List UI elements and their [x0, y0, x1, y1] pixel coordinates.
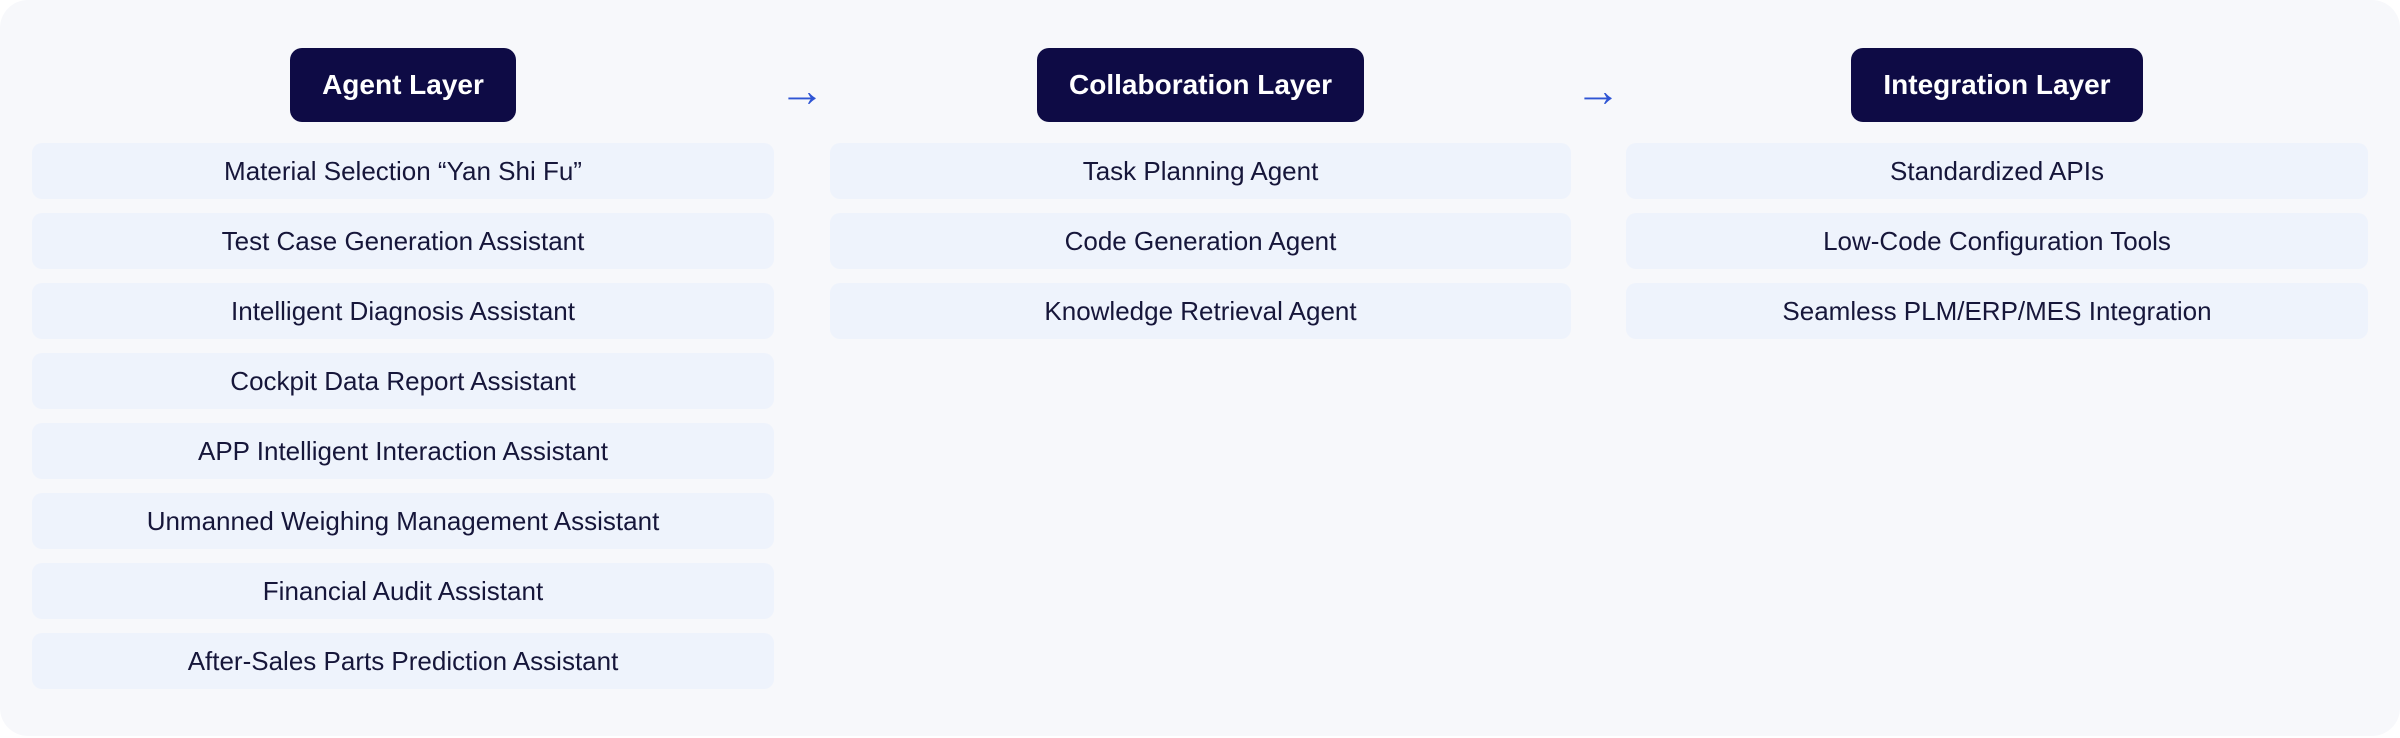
collaboration-layer-items: Task Planning Agent Code Generation Agen… — [830, 143, 1571, 339]
agent-layer-items: Material Selection “Yan Shi Fu” Test Cas… — [32, 143, 774, 689]
arrow-right-icon: → — [779, 64, 825, 116]
list-item: Knowledge Retrieval Agent — [830, 283, 1571, 339]
agent-layer-header: Agent Layer — [290, 48, 516, 122]
list-item: APP Intelligent Interaction Assistant — [32, 423, 774, 479]
list-item: Unmanned Weighing Management Assistant — [32, 493, 774, 549]
list-item: After-Sales Parts Prediction Assistant — [32, 633, 774, 689]
collaboration-layer-header: Collaboration Layer — [1037, 48, 1364, 122]
list-item: Seamless PLM/ERP/MES Integration — [1626, 283, 2368, 339]
list-item: Cockpit Data Report Assistant — [32, 353, 774, 409]
list-item: Task Planning Agent — [830, 143, 1571, 199]
list-item: Material Selection “Yan Shi Fu” — [32, 143, 774, 199]
list-item: Low-Code Configuration Tools — [1626, 213, 2368, 269]
layer-header-wrap: Collaboration Layer — [830, 48, 1571, 122]
list-item: Standardized APIs — [1626, 143, 2368, 199]
list-item: Financial Audit Assistant — [32, 563, 774, 619]
list-item: Code Generation Agent — [830, 213, 1571, 269]
integration-layer-column: Integration Layer Standardized APIs Low-… — [1626, 48, 2368, 339]
list-item: Intelligent Diagnosis Assistant — [32, 283, 774, 339]
arrow-right-icon: → — [1575, 64, 1621, 116]
list-item: Test Case Generation Assistant — [32, 213, 774, 269]
integration-layer-items: Standardized APIs Low-Code Configuration… — [1626, 143, 2368, 339]
collaboration-layer-column: Collaboration Layer Task Planning Agent … — [830, 48, 1571, 339]
layer-header-wrap: Agent Layer — [32, 48, 774, 122]
integration-layer-header: Integration Layer — [1851, 48, 2143, 122]
agent-layer-column: Agent Layer Material Selection “Yan Shi … — [32, 48, 774, 689]
layer-header-wrap: Integration Layer — [1626, 48, 2368, 122]
diagram-canvas: Agent Layer Material Selection “Yan Shi … — [0, 0, 2400, 736]
